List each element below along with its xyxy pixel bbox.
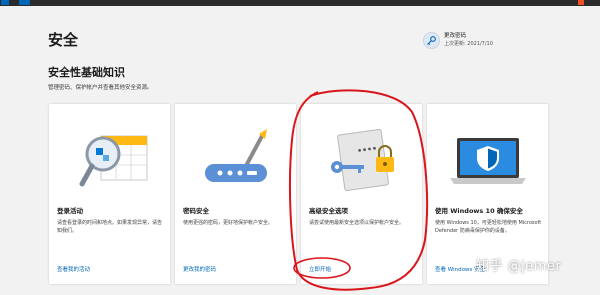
top-header-bar bbox=[0, 0, 600, 6]
view-activity-link[interactable]: 查看我的活动 bbox=[57, 266, 90, 274]
laptop-shield-icon bbox=[439, 124, 536, 194]
card-title: 使用 Windows 10 确保安全 bbox=[435, 207, 523, 215]
section-title: 安全性基础知识 bbox=[48, 66, 125, 79]
card-description: 使用更强的密码，更好地保护帐户安全。 bbox=[183, 220, 274, 226]
card-password-security: 密码安全 使用更强的密码，更好地保护帐户安全。 更改我的密码 bbox=[175, 104, 296, 284]
password-device-icon bbox=[187, 124, 284, 194]
card-advanced-security: 高级安全选项 请尝试使用最新安全选项以保护帐户安全。 立即开始 bbox=[301, 104, 422, 284]
page-title: 安全 bbox=[48, 31, 79, 49]
nav-menu-icon[interactable] bbox=[19, 0, 30, 5]
key-lock-document-icon bbox=[313, 124, 410, 194]
card-title: 高级安全选项 bbox=[309, 207, 348, 215]
card-windows-security: 使用 Windows 10 确保安全 使用 Windows 10，可更轻松地使用… bbox=[427, 104, 548, 284]
change-password-label: 更改密码 bbox=[444, 33, 467, 39]
get-started-link[interactable]: 立即开始 bbox=[309, 266, 331, 274]
card-description: 使用 Windows 10，可更轻松地使用 Microsoft Defender… bbox=[435, 220, 542, 234]
magnifier-calendar-icon bbox=[61, 124, 158, 194]
account-avatar-icon[interactable] bbox=[578, 0, 584, 5]
card-sign-in-activity: 登录活动 请查看登录的时间和地点。如果发现异常，请告知我们。 查看我的活动 bbox=[49, 104, 170, 284]
last-updated-text: 上次更新: 2021/7/10 bbox=[444, 41, 493, 47]
section-description: 管理密码、保护帐户并查看其他安全资源。 bbox=[48, 85, 153, 91]
card-description: 请尝试使用最新安全选项以保护帐户安全。 bbox=[309, 220, 405, 226]
app-logo-icon[interactable] bbox=[1, 0, 9, 5]
key-icon bbox=[423, 32, 440, 49]
card-title: 登录活动 bbox=[57, 207, 83, 215]
watermark-text: 知乎 @jemer bbox=[476, 259, 562, 274]
card-description: 请查看登录的时间和地点。如果发现异常，请告知我们。 bbox=[57, 220, 163, 234]
card-title: 密码安全 bbox=[183, 207, 209, 215]
change-password-link-card[interactable]: 更改我的密码 bbox=[183, 266, 216, 274]
change-password-link[interactable]: 更改密码 上次更新: 2021/7/10 bbox=[423, 32, 523, 52]
